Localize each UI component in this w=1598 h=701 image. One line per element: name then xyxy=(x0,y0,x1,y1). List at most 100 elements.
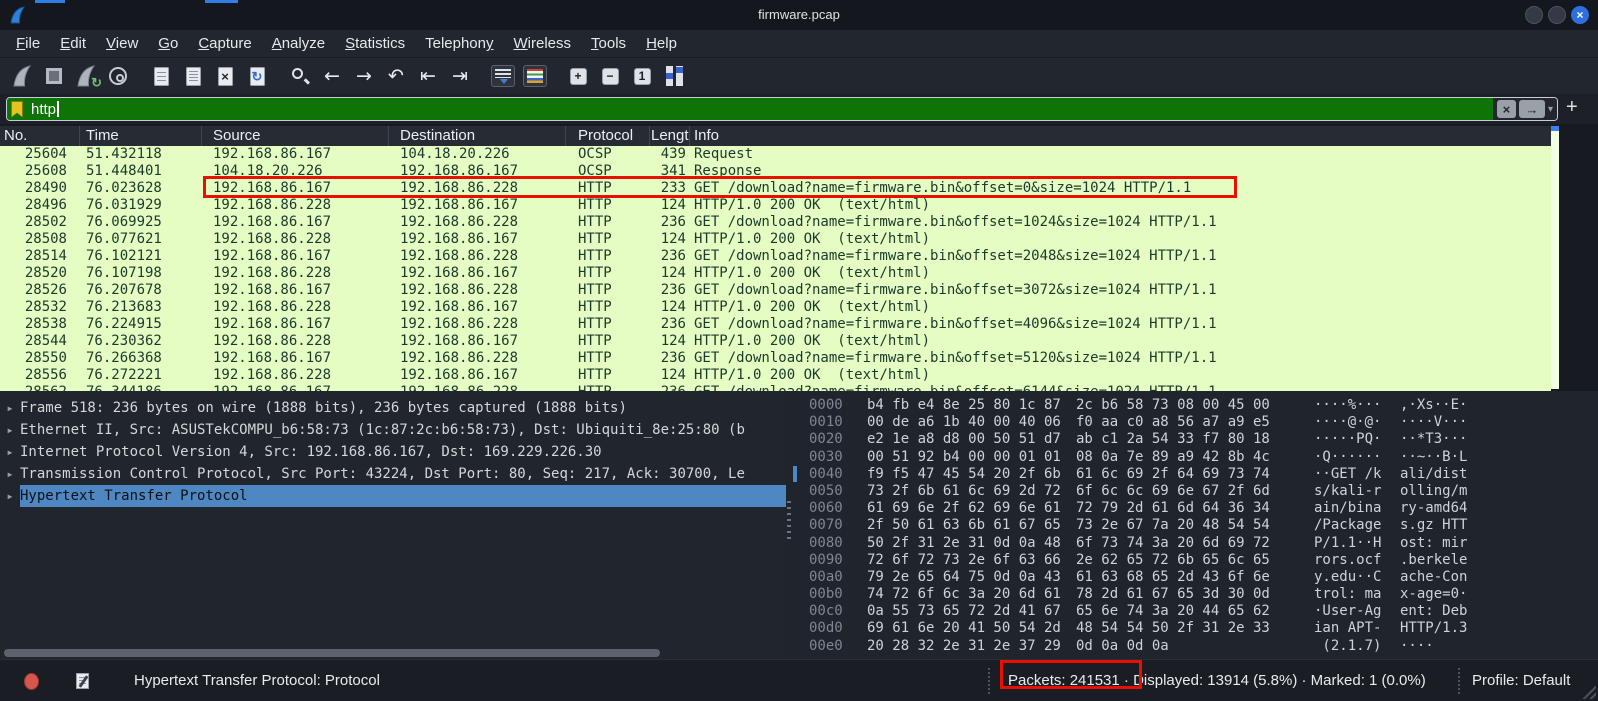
close-button[interactable]: × xyxy=(1571,6,1589,24)
display-filter-input[interactable]: http × → ▾ xyxy=(6,97,1558,121)
status-profile[interactable]: Profile: Default xyxy=(1472,660,1570,701)
expand-arrow-icon[interactable]: ▸ xyxy=(0,441,20,463)
hex-row[interactable]: 0090 72 6f 72 73 2e 6f 63 66 2e 62 65 72… xyxy=(793,552,1598,569)
zoom-out-button[interactable]: − xyxy=(597,61,623,91)
packet-row[interactable]: 28514 76.102121 192.168.86.167 192.168.8… xyxy=(0,248,1551,265)
restart-capture-button[interactable]: ↻ xyxy=(73,61,99,91)
menu-item[interactable]: Go xyxy=(148,35,188,52)
packet-row[interactable]: 28526 76.207678 192.168.86.167 192.168.8… xyxy=(0,282,1551,299)
column-header-no[interactable]: No. xyxy=(0,126,80,146)
go-back-button[interactable]: ← xyxy=(319,61,345,91)
detail-row[interactable]: ▸ Transmission Control Protocol, Src Por… xyxy=(0,463,786,485)
go-last-packet-button[interactable]: ⇥ xyxy=(447,61,473,91)
packet-row[interactable]: 28550 76.266368 192.168.86.167 192.168.8… xyxy=(0,350,1551,367)
auto-scroll-button[interactable] xyxy=(490,61,516,91)
menu-item[interactable]: Statistics xyxy=(335,35,415,52)
filter-input-area[interactable]: http xyxy=(7,98,1493,120)
expand-arrow-icon[interactable]: ▸ xyxy=(0,485,20,507)
column-header-time[interactable]: Time xyxy=(80,126,202,146)
packet-row[interactable]: 28562 76.344186 192.168.86.167 192.168.8… xyxy=(0,384,1551,391)
hex-row[interactable]: 0010 00 de a6 1b 40 00 40 06 f0 aa c0 a8… xyxy=(793,414,1598,431)
bookmark-icon[interactable] xyxy=(11,101,23,118)
packet-row[interactable]: 25604 51.432118 192.168.86.167 104.18.20… xyxy=(0,146,1551,163)
packet-row[interactable]: 28544 76.230362 192.168.86.228 192.168.8… xyxy=(0,333,1551,350)
column-header-info[interactable]: Info xyxy=(690,126,1551,146)
scrollbar-thumb[interactable] xyxy=(1551,126,1559,131)
find-packet-button[interactable] xyxy=(287,61,313,91)
detail-row[interactable]: ▸ Frame 518: 236 bytes on wire (1888 bit… xyxy=(0,397,786,419)
filter-apply-button[interactable]: → xyxy=(1519,100,1545,118)
hex-row[interactable]: 0030 00 51 92 b4 00 00 01 01 08 0a 7e 89… xyxy=(793,449,1598,466)
open-file-button[interactable] xyxy=(148,61,174,91)
menu-item[interactable]: Tools xyxy=(581,35,636,52)
menu-item[interactable]: Telephony xyxy=(415,35,503,52)
capture-comment-icon[interactable] xyxy=(76,673,89,689)
menu-item[interactable]: Wireless xyxy=(504,35,582,52)
hex-row[interactable]: 00b0 74 72 6f 6c 3a 20 6d 61 78 2d 61 67… xyxy=(793,586,1598,603)
titlebar[interactable]: firmware.pcap × xyxy=(0,0,1598,30)
menu-item[interactable]: Edit xyxy=(50,35,96,52)
menu-item[interactable]: Help xyxy=(636,35,687,52)
menu-item[interactable]: View xyxy=(96,35,148,52)
expand-arrow-icon[interactable]: ▸ xyxy=(0,463,20,485)
column-header-protocol[interactable]: Protocol xyxy=(566,126,650,146)
reload-file-button[interactable]: ↻ xyxy=(244,61,270,91)
capture-options-button[interactable] xyxy=(105,61,131,91)
packet-row[interactable]: 28532 76.213683 192.168.86.228 192.168.8… xyxy=(0,299,1551,316)
hex-row[interactable]: 0020 e2 1e a8 d8 00 50 51 d7 ab c1 2a 54… xyxy=(793,431,1598,448)
hex-row[interactable]: 00d0 69 61 6e 20 41 50 54 2d 48 54 54 50… xyxy=(793,620,1598,637)
packet-list-scrollbar[interactable] xyxy=(1551,126,1559,389)
hex-row[interactable]: 00c0 0a 55 73 65 72 2d 41 67 65 6e 74 3a… xyxy=(793,603,1598,620)
go-first-packet-button[interactable]: ⇤ xyxy=(415,61,441,91)
hex-row[interactable]: 00a0 79 2e 65 64 75 0d 0a 43 61 63 68 65… xyxy=(793,569,1598,586)
hex-offset: 0050 xyxy=(809,483,861,500)
zoom-in-button[interactable]: + xyxy=(565,61,591,91)
column-header-source[interactable]: Source xyxy=(202,126,389,146)
go-forward-button[interactable]: → xyxy=(351,61,377,91)
filter-dropdown-caret-icon[interactable]: ▾ xyxy=(1548,104,1553,115)
minimize-button[interactable] xyxy=(1525,6,1543,24)
go-to-packet-button[interactable]: ↶ xyxy=(383,61,409,91)
packet-row[interactable]: 28502 76.069925 192.168.86.167 192.168.8… xyxy=(0,214,1551,231)
packet-row[interactable]: 28496 76.031929 192.168.86.228 192.168.8… xyxy=(0,197,1551,214)
resize-columns-button[interactable] xyxy=(661,61,687,91)
hex-row[interactable]: 00e0 20 28 32 2e 31 2e 37 29 0d 0a 0d 0a… xyxy=(793,638,1598,655)
filter-add-button[interactable]: + xyxy=(1566,96,1578,119)
menu-item[interactable]: File xyxy=(6,35,50,52)
packet-row[interactable]: 28520 76.107198 192.168.86.228 192.168.8… xyxy=(0,265,1551,282)
filter-clear-button[interactable]: × xyxy=(1497,100,1516,118)
packet-row[interactable]: 25608 51.448401 104.18.20.226 192.168.86… xyxy=(0,163,1551,180)
resize-grip[interactable] xyxy=(1580,683,1596,699)
details-hscrollbar-thumb[interactable] xyxy=(4,649,660,657)
maximize-button[interactable] xyxy=(1548,6,1566,24)
column-header-destination[interactable]: Destination xyxy=(389,126,566,146)
hex-row[interactable]: 0080 50 2f 31 2e 31 0d 0a 48 6f 73 74 3a… xyxy=(793,535,1598,552)
hex-row[interactable]: 0040 f9 f5 47 45 54 20 2f 6b 61 6c 69 2f… xyxy=(793,466,1598,483)
start-capture-button[interactable] xyxy=(9,61,35,91)
packet-row[interactable]: 28556 76.272221 192.168.86.228 192.168.8… xyxy=(0,367,1551,384)
colorize-button[interactable] xyxy=(522,61,548,91)
packet-row[interactable]: 28538 76.224915 192.168.86.167 192.168.8… xyxy=(0,316,1551,333)
expand-arrow-icon[interactable]: ▸ xyxy=(0,419,20,441)
expert-info-icon[interactable] xyxy=(24,673,39,690)
menu-item[interactable]: Capture xyxy=(188,35,261,52)
packet-row[interactable]: 28490 76.023628 192.168.86.167 192.168.8… xyxy=(0,180,1551,197)
hex-row[interactable]: 0070 2f 50 61 63 6b 61 67 65 73 2e 67 7a… xyxy=(793,517,1598,534)
packet-row[interactable]: 28508 76.077621 192.168.86.228 192.168.8… xyxy=(0,231,1551,248)
packet-list-header: No. Time Source Destination Protocol Len… xyxy=(0,126,1551,146)
column-header-length[interactable]: Length xyxy=(650,126,690,146)
hex-row[interactable]: 0060 61 69 6e 2f 62 69 6e 61 72 79 2d 61… xyxy=(793,500,1598,517)
hex-row[interactable]: 0050 73 2f 6b 61 6c 69 2d 72 6f 6c 6c 69… xyxy=(793,483,1598,500)
expand-arrow-icon[interactable]: ▸ xyxy=(0,397,20,419)
menu-item[interactable]: Analyze xyxy=(262,35,335,52)
stop-capture-button[interactable] xyxy=(41,61,67,91)
detail-row[interactable]: ▸ Hypertext Transfer Protocol xyxy=(0,485,786,507)
save-file-button[interactable] xyxy=(180,61,206,91)
close-file-button[interactable]: × xyxy=(212,61,238,91)
detail-row[interactable]: ▸ Internet Protocol Version 4, Src: 192.… xyxy=(0,441,786,463)
hex-row[interactable]: 0000 b4 fb e4 8e 25 80 1c 87 2c b6 58 73… xyxy=(793,397,1598,414)
pane-splitter[interactable] xyxy=(787,501,791,541)
details-hscrollbar[interactable] xyxy=(2,649,784,657)
detail-row[interactable]: ▸ Ethernet II, Src: ASUSTekCOMPU_b6:58:7… xyxy=(0,419,786,441)
zoom-reset-button[interactable]: 1 xyxy=(629,61,655,91)
